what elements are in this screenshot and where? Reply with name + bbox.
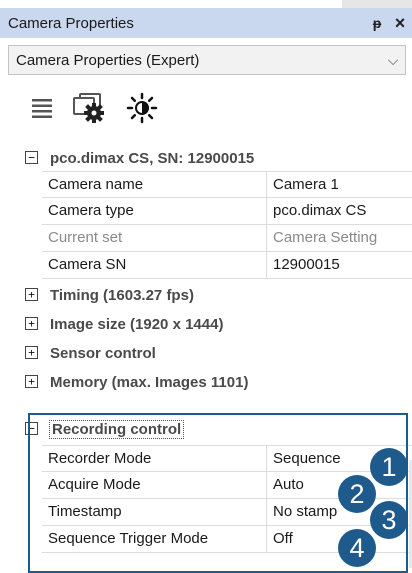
expand-icon[interactable]: + [25,375,38,388]
marker-badge-2: 2 [338,475,376,513]
property-name: Camera SN [48,256,126,273]
dropdown-selected-value: Camera Properties (Expert) [9,52,381,69]
tree-node-timing[interactable]: + Timing (1603.27 fps) [0,282,412,308]
tree-node-label: Timing (1603.27 fps) [50,287,194,304]
expand-icon[interactable]: + [25,317,38,330]
column-separator [266,198,267,225]
top-strip [0,0,412,8]
property-row-camera-sn[interactable]: Camera SN 12900015 [42,252,412,279]
list-icon[interactable] [30,96,54,120]
marker-badge-1: 1 [370,448,408,486]
expand-icon[interactable]: + [25,346,38,359]
panel-title: Camera Properties [0,15,366,32]
property-name: Camera name [48,176,143,193]
column-separator [266,252,267,279]
view-mode-dropdown[interactable]: Camera Properties (Expert) ⌵ [8,45,406,75]
tree-node-label: Memory (max. Images 1101) [50,374,248,391]
close-icon[interactable]: × [388,13,412,34]
tree-node-label: Image size (1920 x 1444) [50,316,223,333]
property-value[interactable]: Camera 1 [273,176,339,193]
tree-node-label: Sensor control [50,345,156,362]
panel-title-bar: Camera Properties ᵽ × [0,8,412,38]
property-row-camera-type[interactable]: Camera type pco.dimax CS [42,198,412,225]
tree-node-sensor-control[interactable]: + Sensor control [0,340,412,366]
marker-badge-4: 4 [338,529,376,567]
pin-icon[interactable]: ᵽ [366,15,388,31]
tree-node-camera[interactable]: − pco.dimax CS, SN: 12900015 [0,145,412,171]
marker-badge-3: 3 [370,501,408,539]
tree-node-memory[interactable]: + Memory (max. Images 1101) [0,369,412,395]
tree-node-image-size[interactable]: + Image size (1920 x 1444) [0,311,412,337]
property-value: 12900015 [273,256,340,273]
brightness-icon[interactable] [126,92,158,124]
property-value: pco.dimax CS [273,202,366,219]
tree-node-label: pco.dimax CS, SN: 12900015 [50,150,254,167]
column-separator [266,225,267,252]
property-value: Camera Setting [273,229,377,246]
property-name: Camera type [48,202,134,219]
expand-icon[interactable]: + [25,288,38,301]
column-separator [266,172,267,199]
property-row-current-set: Current set Camera Setting [42,225,412,252]
camera-settings-icon[interactable] [72,92,108,124]
chevron-down-icon[interactable]: ⌵ [381,52,405,69]
collapse-icon[interactable]: − [25,151,38,164]
toolbar [30,86,158,130]
property-name: Current set [48,229,122,246]
property-row-camera-name[interactable]: Camera name Camera 1 [42,171,412,198]
tab-strip-area [342,0,412,8]
